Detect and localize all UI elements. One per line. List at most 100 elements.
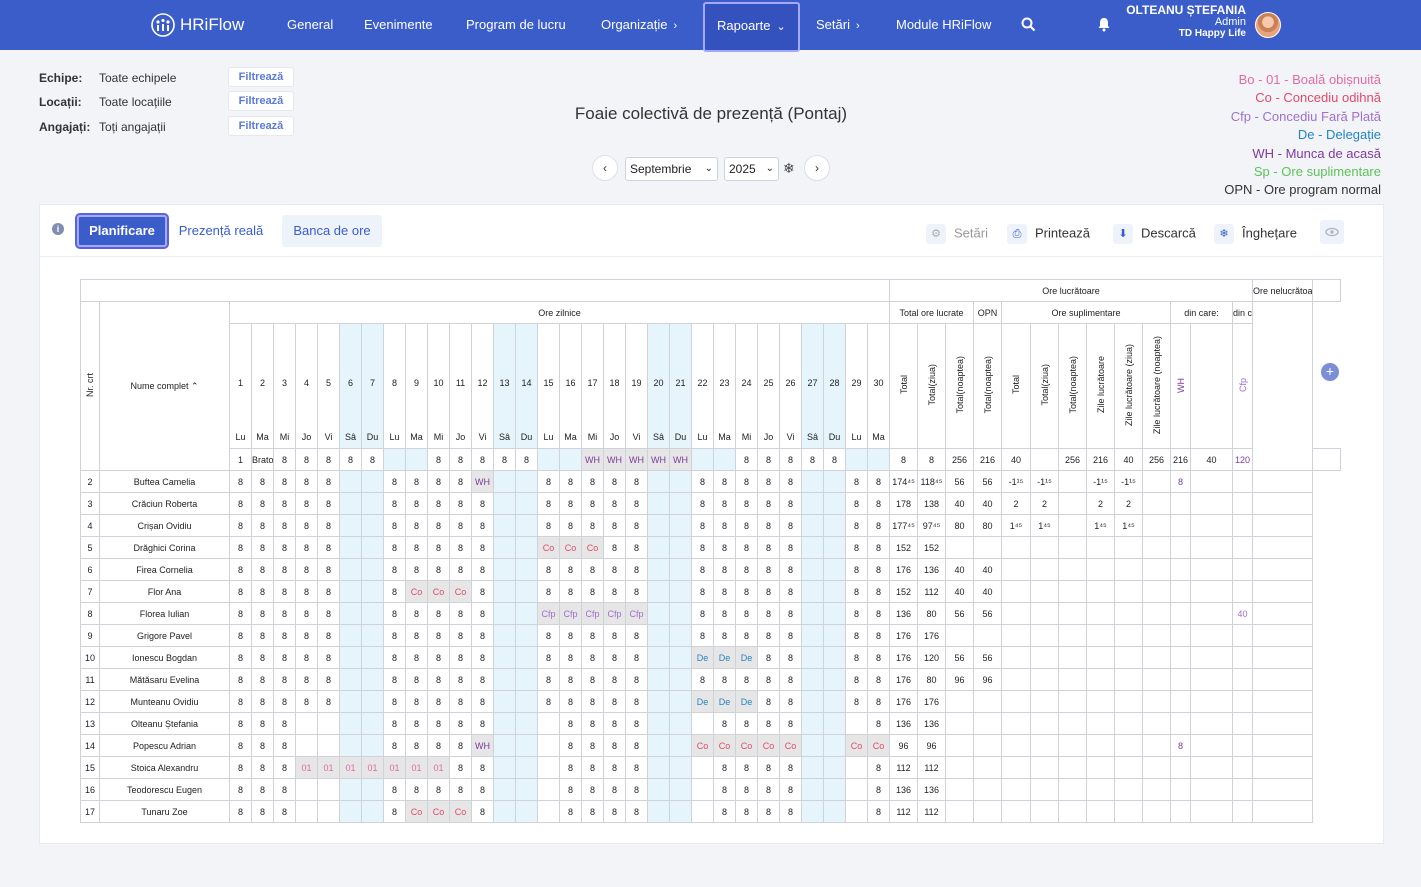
- day-cell[interactable]: [669, 646, 692, 669]
- day-cell[interactable]: 8: [229, 734, 252, 757]
- day-cell[interactable]: 8: [867, 580, 890, 603]
- day-cell[interactable]: [669, 536, 692, 559]
- day-cell[interactable]: [647, 470, 670, 493]
- day-cell[interactable]: 8: [537, 668, 560, 691]
- day-cell[interactable]: 8: [229, 558, 252, 581]
- day-cell[interactable]: 8: [713, 558, 736, 581]
- day-cell[interactable]: [493, 514, 516, 537]
- day-cell[interactable]: [339, 602, 362, 625]
- day-cell[interactable]: 8: [537, 470, 560, 493]
- day-cell[interactable]: 8: [229, 602, 252, 625]
- day-cell[interactable]: [647, 778, 670, 801]
- day-cell[interactable]: 01: [383, 756, 406, 779]
- day-cell[interactable]: 8: [229, 690, 252, 713]
- day-cell[interactable]: 8: [581, 492, 604, 515]
- day-cell[interactable]: 8: [251, 646, 274, 669]
- day-cell[interactable]: 8: [559, 492, 582, 515]
- day-cell[interactable]: 8: [559, 514, 582, 537]
- day-cell[interactable]: 8: [427, 492, 450, 515]
- day-cell[interactable]: 8: [229, 470, 252, 493]
- day-cell[interactable]: 8: [427, 668, 450, 691]
- day-cell[interactable]: [823, 558, 846, 581]
- day-cell[interactable]: WH: [471, 470, 494, 493]
- day-cell[interactable]: [647, 602, 670, 625]
- day-cell[interactable]: 8: [229, 514, 252, 537]
- day-cell[interactable]: Co: [581, 536, 604, 559]
- day-cell[interactable]: 8: [713, 668, 736, 691]
- day-cell[interactable]: [669, 734, 692, 757]
- nav-organizatie[interactable]: Organizație ›: [601, 0, 677, 50]
- day-cell[interactable]: [493, 668, 516, 691]
- day-cell[interactable]: [801, 602, 824, 625]
- day-cell[interactable]: 8: [581, 712, 604, 735]
- day-cell[interactable]: 8: [559, 690, 582, 713]
- day-cell[interactable]: 8: [229, 778, 252, 801]
- day-cell[interactable]: 8: [559, 800, 582, 823]
- day-cell[interactable]: 8: [449, 492, 472, 515]
- day-cell[interactable]: [669, 778, 692, 801]
- day-cell[interactable]: [515, 558, 538, 581]
- day-cell[interactable]: 8: [757, 778, 780, 801]
- day-cell[interactable]: 8: [823, 448, 846, 471]
- day-cell[interactable]: 8: [405, 492, 428, 515]
- day-cell[interactable]: 8: [273, 690, 296, 713]
- day-cell[interactable]: 8: [317, 668, 340, 691]
- day-cell[interactable]: 8: [867, 756, 890, 779]
- day-cell[interactable]: 8: [405, 668, 428, 691]
- day-cell[interactable]: 8: [449, 536, 472, 559]
- day-cell[interactable]: 8: [559, 470, 582, 493]
- day-cell[interactable]: 8: [383, 470, 406, 493]
- day-cell[interactable]: 8: [779, 712, 802, 735]
- add-column-button[interactable]: +: [1321, 363, 1339, 381]
- header-name[interactable]: Nume complet ⌃: [99, 301, 230, 471]
- day-cell[interactable]: De: [691, 690, 714, 713]
- day-cell[interactable]: 8: [691, 492, 714, 515]
- day-cell[interactable]: [647, 668, 670, 691]
- table-row[interactable]: 17 Tunaru Zoe 8 8 8 8 Co Co Co 8 8 8 8 8 8 8 8 8 8 112 112: [80, 800, 1341, 823]
- avatar[interactable]: [1255, 12, 1281, 38]
- day-cell[interactable]: 8: [383, 514, 406, 537]
- table-row[interactable]: 12 Munteanu Ovidiu 8 8 8 8 8 8 8 8 8 8 8 8 8 8 8 De De De 8 8…: [80, 690, 1341, 713]
- day-cell[interactable]: 8: [625, 580, 648, 603]
- search-icon[interactable]: [1021, 17, 1036, 32]
- day-cell[interactable]: [647, 580, 670, 603]
- day-cell[interactable]: WH: [669, 448, 692, 471]
- day-cell[interactable]: 8: [625, 624, 648, 647]
- day-cell[interactable]: [669, 756, 692, 779]
- day-cell[interactable]: 8: [603, 470, 626, 493]
- day-cell[interactable]: [493, 690, 516, 713]
- day-cell[interactable]: 8: [559, 580, 582, 603]
- day-cell[interactable]: 8: [713, 778, 736, 801]
- settings-button[interactable]: ⚙ Setări: [926, 224, 988, 244]
- day-cell[interactable]: [515, 536, 538, 559]
- table-row[interactable]: 3 Crăciun Roberta 8 8 8 8 8 8 8 8 8 8 8 8 8 8 8 8 8 8 8 8 8 8 17…: [80, 492, 1341, 515]
- day-cell[interactable]: [691, 800, 714, 823]
- day-cell[interactable]: 8: [735, 470, 758, 493]
- day-cell[interactable]: 8: [273, 602, 296, 625]
- day-cell[interactable]: 8: [603, 558, 626, 581]
- filter-locatii-button[interactable]: Filtrează: [228, 91, 294, 111]
- day-cell[interactable]: [647, 536, 670, 559]
- day-cell[interactable]: 8: [251, 602, 274, 625]
- table-row[interactable]: 9 Grigore Pavel 8 8 8 8 8 8 8 8 8 8 8 8 8 8 8 8 8 8 8 8 8 8 176 1…: [80, 624, 1341, 647]
- day-cell[interactable]: 8: [713, 602, 736, 625]
- day-cell[interactable]: [339, 624, 362, 647]
- day-cell[interactable]: 8: [273, 580, 296, 603]
- day-cell[interactable]: 8: [757, 536, 780, 559]
- day-cell[interactable]: 8: [229, 624, 252, 647]
- month-select[interactable]: Septembrie ⌄: [625, 157, 718, 181]
- day-cell[interactable]: 8: [603, 646, 626, 669]
- day-cell[interactable]: 01: [361, 756, 384, 779]
- day-cell[interactable]: Co: [449, 800, 472, 823]
- day-cell[interactable]: 8: [581, 470, 604, 493]
- day-cell[interactable]: Co: [427, 580, 450, 603]
- day-cell[interactable]: [361, 514, 384, 537]
- day-cell[interactable]: 8: [339, 448, 362, 471]
- day-cell[interactable]: 8: [691, 536, 714, 559]
- day-cell[interactable]: 8: [581, 756, 604, 779]
- day-cell[interactable]: 01: [339, 756, 362, 779]
- day-cell[interactable]: [823, 756, 846, 779]
- day-cell[interactable]: [515, 580, 538, 603]
- day-cell[interactable]: [339, 536, 362, 559]
- day-cell[interactable]: 8: [757, 602, 780, 625]
